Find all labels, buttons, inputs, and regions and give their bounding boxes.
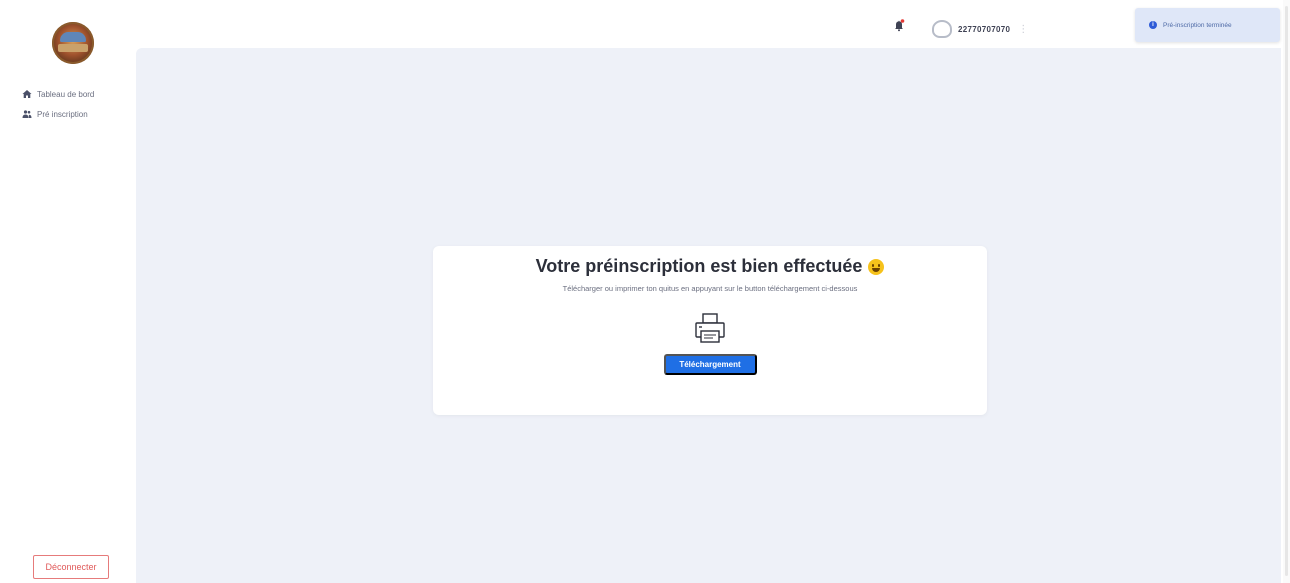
page-scrollbar[interactable] bbox=[1283, 0, 1290, 583]
app-root: Tableau de bord Pré inscription Déconnec… bbox=[0, 0, 1290, 583]
toast-text: Pré-inscription terminée bbox=[1163, 21, 1232, 29]
card-subtitle: Télécharger ou imprimer ton quitus en ap… bbox=[562, 284, 858, 293]
user-phone: 22770707070 bbox=[958, 24, 1011, 34]
info-icon: i bbox=[1149, 21, 1157, 29]
sidebar-nav: Tableau de bord Pré inscription bbox=[22, 85, 94, 125]
sidebar-item-label: Tableau de bord bbox=[37, 89, 95, 99]
sidebar: Tableau de bord Pré inscription Déconnec… bbox=[0, 0, 136, 583]
sidebar-item-dashboard[interactable]: Tableau de bord bbox=[22, 85, 94, 103]
logo-ground bbox=[58, 44, 88, 52]
user-menu[interactable]: 22770707070 ⋮ bbox=[932, 20, 1028, 38]
confirmation-card: Votre préinscription est bien effectuée … bbox=[433, 246, 987, 415]
users-icon bbox=[22, 109, 32, 119]
logo[interactable] bbox=[52, 22, 94, 64]
card-title-text: Votre préinscription est bien effectuée bbox=[535, 256, 863, 276]
toast-notification[interactable]: i Pré-inscription terminée bbox=[1135, 8, 1280, 42]
printer-icon bbox=[693, 311, 727, 345]
scrollbar-thumb[interactable] bbox=[1285, 6, 1288, 576]
bell-icon[interactable] bbox=[892, 18, 906, 32]
home-icon bbox=[22, 89, 32, 99]
main-content: Votre préinscription est bien effectuée … bbox=[136, 48, 1281, 583]
avatar bbox=[932, 20, 952, 38]
logout-button[interactable]: Déconnecter bbox=[33, 555, 109, 579]
card-title: Votre préinscription est bien effectuée bbox=[433, 256, 987, 277]
sidebar-item-label: Pré inscription bbox=[37, 109, 88, 119]
download-button[interactable]: Téléchargement bbox=[663, 354, 757, 375]
smile-emoji-icon bbox=[868, 258, 885, 275]
topbar: 22770707070 ⋮ bbox=[136, 0, 1290, 48]
sidebar-item-preinscription[interactable]: Pré inscription bbox=[22, 105, 94, 123]
kebab-menu-icon[interactable]: ⋮ bbox=[1018, 24, 1028, 35]
logo-sky bbox=[60, 32, 86, 42]
